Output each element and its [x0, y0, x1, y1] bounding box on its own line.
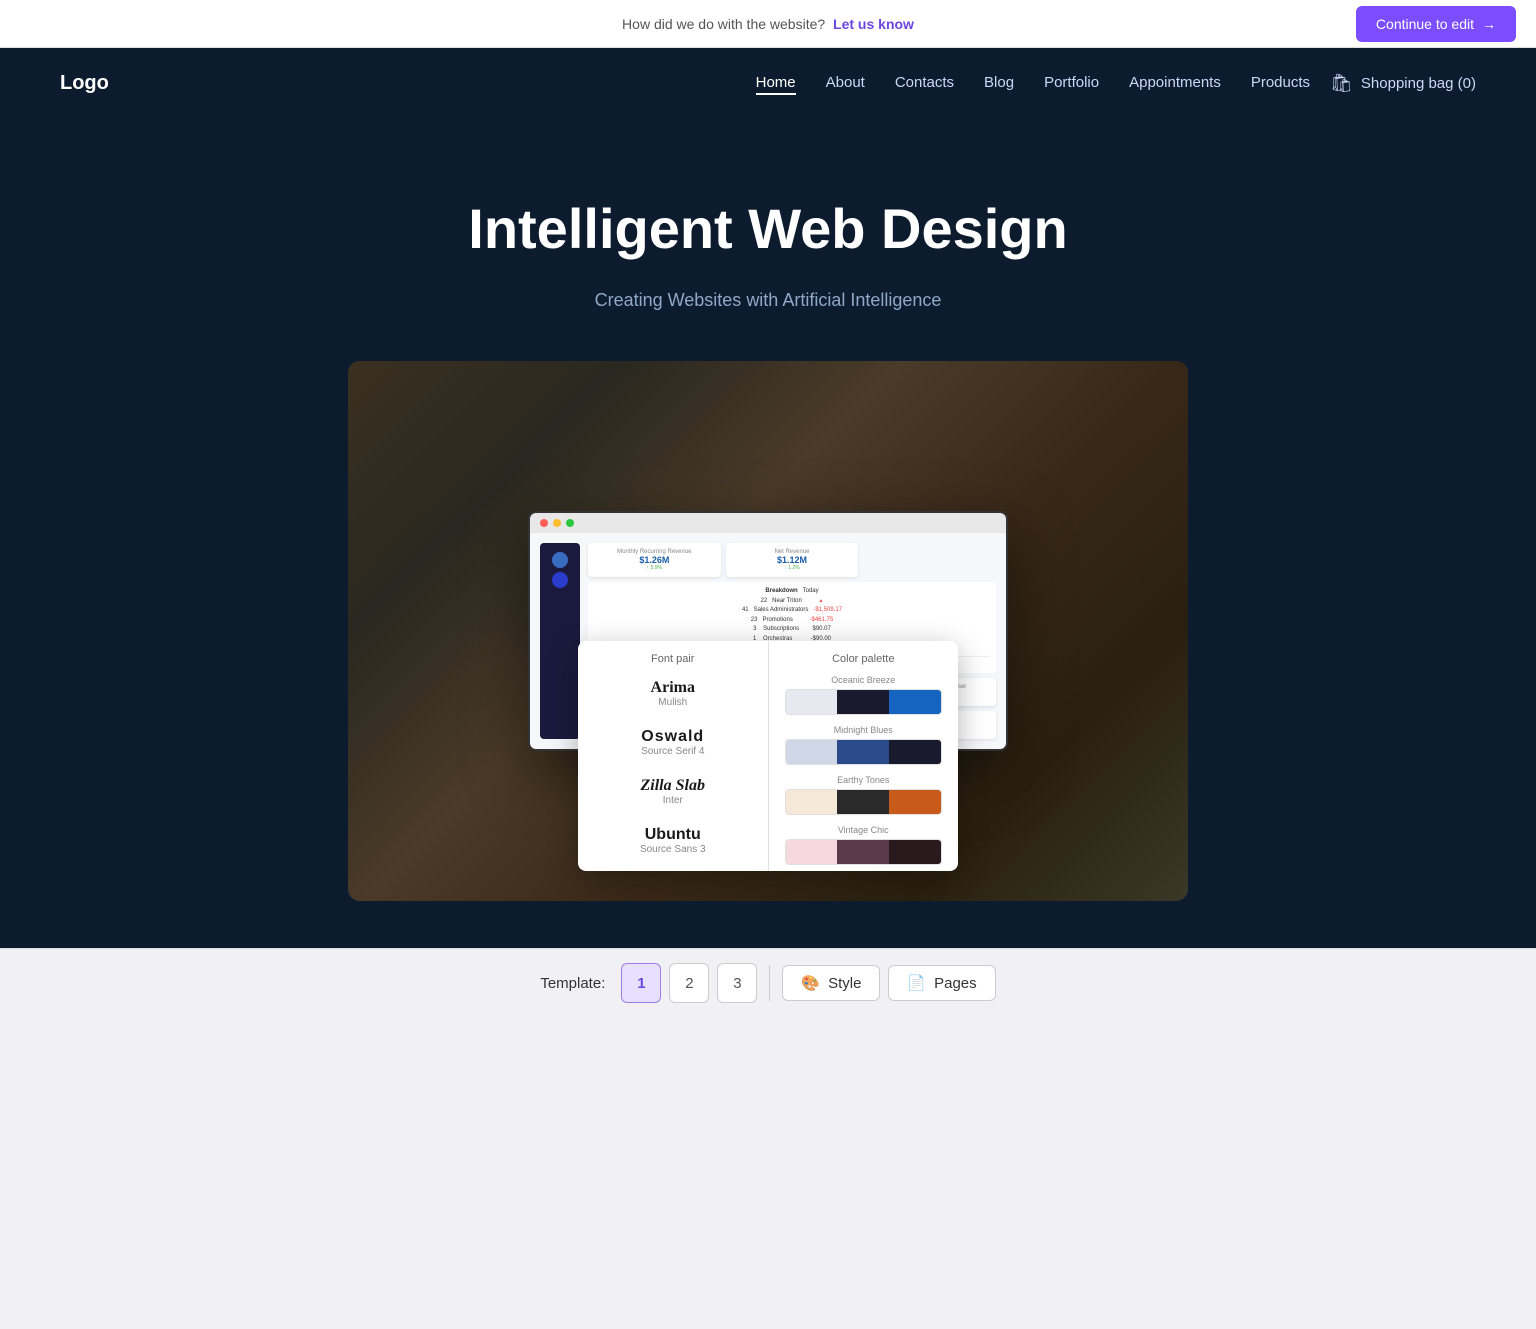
hero-image: Monthly Recurring Revenue $1.26M ↑ 5.9% … [348, 361, 1188, 901]
pages-icon: 📄 [907, 974, 926, 992]
palette-name-vintage: Vintage Chic [785, 825, 943, 835]
announcement-message: How did we do with the website? [622, 16, 825, 32]
titlebar-dot-red [540, 519, 548, 527]
palette-name-midnight: Midnight Blues [785, 725, 943, 735]
continue-btn-label: Continue to edit [1376, 16, 1474, 32]
color-palette-panel: Color palette Oceanic Breeze Midnight Bl… [769, 641, 959, 871]
hero-title: Intelligent Web Design [20, 198, 1516, 260]
nav-item-blog[interactable]: Blog [984, 74, 1014, 92]
laptop-area: Monthly Recurring Revenue $1.26M ↑ 5.9% … [348, 361, 1188, 901]
swatch-oceanic-2 [837, 690, 889, 714]
nav-item-home[interactable]: Home [756, 74, 796, 92]
template-btn-1[interactable]: 1 [621, 963, 661, 1003]
swatch-vintage-1 [786, 840, 838, 864]
nav-links: Home About Contacts Blog Portfolio Appoi… [756, 74, 1310, 92]
cart-icon: 🛍 [1330, 73, 1353, 94]
metric-card-net: Net Revenue $1.12M ↑ 1.2% [726, 543, 859, 577]
arrow-icon: → [1482, 16, 1496, 32]
metric-change-2: ↑ 1.2% [732, 565, 853, 571]
overlay-panel: Font pair Arima Mulish Oswald Source Ser… [578, 641, 958, 871]
font-pair-ubuntu[interactable]: Ubuntu Source Sans 3 [594, 822, 752, 859]
font-secondary-sourcesans: Source Sans 3 [598, 844, 748, 855]
hero-subtitle: Creating Websites with Artificial Intell… [20, 290, 1516, 311]
cart-label: Shopping bag (0) [1361, 75, 1476, 92]
style-button[interactable]: 🎨 Style [782, 965, 880, 1001]
nav-link-blog[interactable]: Blog [984, 74, 1014, 91]
style-icon: 🎨 [801, 974, 820, 992]
palette-name-oceanic: Oceanic Breeze [785, 675, 943, 685]
nav-link-contacts[interactable]: Contacts [895, 74, 954, 91]
palette-oceanic[interactable]: Oceanic Breeze [785, 675, 943, 715]
metric-change: ↑ 5.9% [594, 565, 715, 571]
palette-earthy[interactable]: Earthy Tones [785, 775, 943, 815]
pages-button[interactable]: 📄 Pages [888, 965, 995, 1001]
palette-midnight[interactable]: Midnight Blues [785, 725, 943, 765]
main-nav: Logo Home About Contacts Blog Portfolio … [0, 48, 1536, 118]
template-btn-3[interactable]: 3 [717, 963, 757, 1003]
laptop-titlebar [530, 513, 1006, 533]
font-panel-title: Font pair [594, 653, 752, 665]
font-primary-ubuntu: Ubuntu [598, 826, 748, 844]
nav-item-appointments[interactable]: Appointments [1129, 74, 1221, 92]
template-btn-2[interactable]: 2 [669, 963, 709, 1003]
announcement-bar: How did we do with the website? Let us k… [0, 0, 1536, 48]
dashboard-sidebar [540, 543, 580, 739]
palette-name-earthy: Earthy Tones [785, 775, 943, 785]
let-us-know-link[interactable]: Let us know [833, 16, 914, 32]
swatch-oceanic-1 [786, 690, 838, 714]
swatch-midnight-1 [786, 740, 838, 764]
bottom-toolbar: Template: 1 2 3 🎨 Style 📄 Pages [0, 948, 1536, 1017]
swatch-vintage-2 [837, 840, 889, 864]
palette-colors-oceanic [785, 689, 943, 715]
titlebar-dot-yellow [553, 519, 561, 527]
titlebar-dot-green [566, 519, 574, 527]
font-pair-arima[interactable]: Arima Mulish [594, 675, 752, 712]
metric-value: $1.26M [594, 555, 715, 565]
nav-item-products[interactable]: Products [1251, 74, 1310, 92]
template-label: Template: [540, 975, 605, 992]
nav-cart[interactable]: 🛍 Shopping bag (0) [1330, 73, 1476, 94]
font-secondary-mulish: Mulish [598, 697, 748, 708]
swatch-midnight-3 [889, 740, 941, 764]
palette-colors-earthy [785, 789, 943, 815]
hero-section: Intelligent Web Design Creating Websites… [0, 118, 1536, 941]
nav-link-about[interactable]: About [826, 74, 865, 91]
font-primary-oswald: Oswald [598, 728, 748, 746]
metric-card-mrr: Monthly Recurring Revenue $1.26M ↑ 5.9% [588, 543, 721, 577]
palette-colors-midnight [785, 739, 943, 765]
nav-item-portfolio[interactable]: Portfolio [1044, 74, 1099, 92]
swatch-earthy-1 [786, 790, 838, 814]
announcement-text: How did we do with the website? Let us k… [622, 16, 914, 32]
nav-link-portfolio[interactable]: Portfolio [1044, 74, 1099, 91]
swatch-midnight-2 [837, 740, 889, 764]
nav-item-contacts[interactable]: Contacts [895, 74, 954, 92]
nav-link-products[interactable]: Products [1251, 74, 1310, 91]
font-secondary-inter: Inter [598, 795, 748, 806]
sidebar-dot [552, 552, 568, 568]
font-primary-zillaslab: Zilla Slab [598, 777, 748, 795]
continue-edit-button[interactable]: Continue to edit → [1356, 6, 1516, 42]
nav-logo: Logo [60, 72, 109, 95]
font-primary-arima: Arima [598, 679, 748, 697]
nav-item-about[interactable]: About [826, 74, 865, 92]
swatch-earthy-2 [837, 790, 889, 814]
swatch-vintage-3 [889, 840, 941, 864]
nav-link-home[interactable]: Home [756, 74, 796, 95]
pages-label: Pages [934, 975, 977, 992]
color-panel-title: Color palette [785, 653, 943, 665]
font-pair-oswald[interactable]: Oswald Source Serif 4 [594, 724, 752, 761]
swatch-earthy-3 [889, 790, 941, 814]
font-pair-zillaslab[interactable]: Zilla Slab Inter [594, 773, 752, 810]
palette-vintage[interactable]: Vintage Chic [785, 825, 943, 865]
nav-link-appointments[interactable]: Appointments [1129, 74, 1221, 91]
palette-colors-vintage [785, 839, 943, 865]
swatch-oceanic-3 [889, 690, 941, 714]
metric-value-2: $1.12M [732, 555, 853, 565]
toolbar-divider [769, 965, 770, 1001]
font-pair-panel: Font pair Arima Mulish Oswald Source Ser… [578, 641, 769, 871]
font-secondary-sourceserif: Source Serif 4 [598, 746, 748, 757]
website-preview: Logo Home About Contacts Blog Portfolio … [0, 48, 1536, 948]
style-label: Style [828, 975, 861, 992]
sidebar-dot-2 [552, 572, 568, 588]
